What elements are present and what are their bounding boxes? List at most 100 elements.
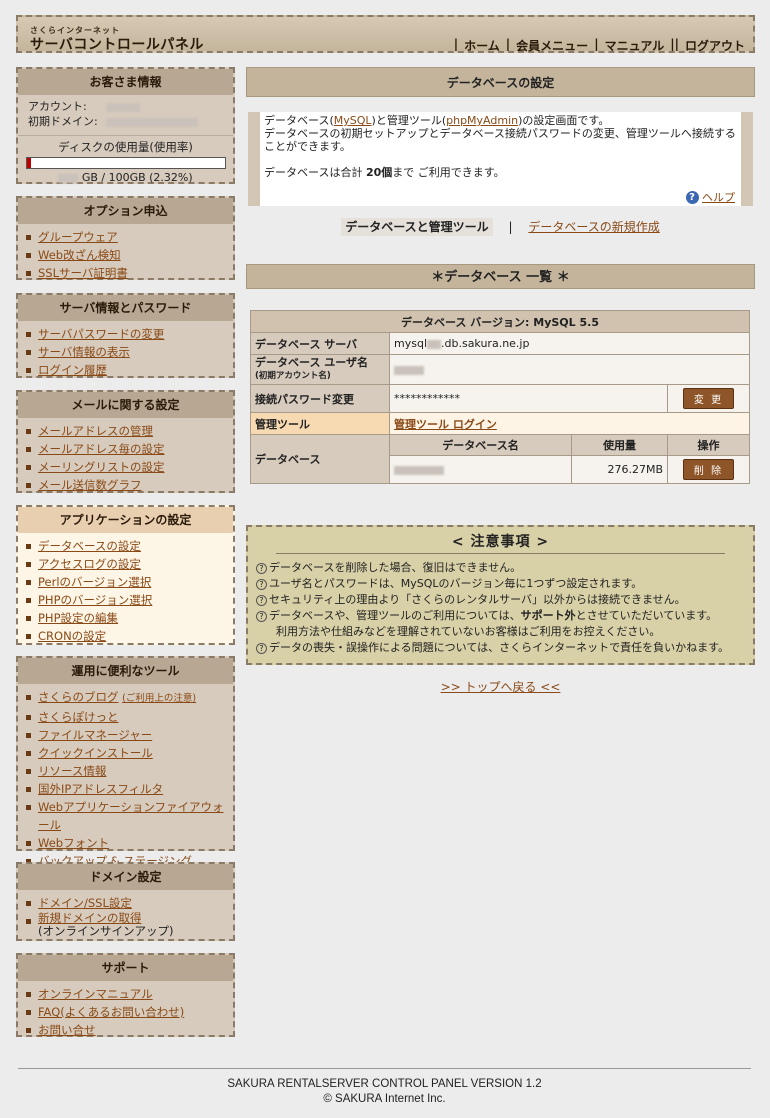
phpmyadmin-link[interactable]: phpMyAdmin: [446, 114, 518, 127]
sidebar-link-online-manual[interactable]: オンラインマニュアル: [38, 987, 153, 1001]
back-to-top-link[interactable]: >> トップへ戻る <<: [441, 680, 561, 694]
list-item: CRONの設定: [24, 627, 227, 645]
sidebar-link-server-info[interactable]: サーバ情報の表示: [38, 345, 130, 359]
sidebar-link-contact[interactable]: お問い合せ: [38, 1023, 96, 1037]
disk-usage-value: GB / 100GB (2.32%): [81, 171, 193, 184]
mysql-link[interactable]: MySQL: [334, 114, 372, 127]
top-nav: | ホーム | 会員メニュー | マニュアル || ログアウト: [453, 37, 745, 54]
options-title: オプション申込: [18, 198, 233, 224]
notes-title: < 注意事項 >: [276, 531, 725, 554]
disk-used-redacted: [58, 173, 79, 183]
database-label: データベース: [250, 434, 390, 484]
sidebar-link-database[interactable]: データベースの設定: [38, 539, 141, 553]
list-item: さくらぽけっと: [24, 708, 227, 726]
intro-line1: データベース(MySQL)と管理ツール(phpMyAdmin)の設定画面です。: [264, 114, 610, 127]
db-password-value: ************: [389, 384, 668, 413]
mail-box: メールに関する設定 メールアドレスの管理 メールアドレス毎の設定 メーリングリス…: [16, 390, 235, 493]
sidebar-link-blog-note[interactable]: (ご利用上の注意): [122, 693, 196, 704]
sidebar-link-quick-install[interactable]: クイックインストール: [38, 746, 153, 760]
db-version-header: データベース バージョン: MySQL 5.5: [250, 310, 750, 333]
change-password-button[interactable]: 変 更: [682, 388, 735, 409]
account-value-redacted: [106, 102, 140, 112]
note-icon: ?: [256, 642, 267, 654]
options-box: オプション申込 グループウェア Web改ざん検知 SSLサーバ証明書: [16, 196, 235, 280]
sidebar-link-php-settings[interactable]: PHP設定の編集: [38, 611, 118, 625]
db-list-title: ＊データベース 一覧 ＊: [246, 264, 755, 289]
sidebar-link-ssl-cert[interactable]: SSLサーバ証明書: [38, 266, 128, 280]
mail-title: メールに関する設定: [18, 392, 233, 418]
domain-row: 初期ドメイン:: [18, 114, 233, 129]
database-table: データベース バージョン: MySQL 5.5 データベース サーバ mysql…: [250, 310, 750, 484]
nav-member-menu-link[interactable]: 会員メニュー: [516, 37, 588, 54]
admin-tool-login-link[interactable]: 管理ツール ログイン: [394, 418, 497, 431]
footer-version: SAKURA RENTALSERVER CONTROL PANEL VERSIO…: [227, 1078, 542, 1090]
app-settings-title: アプリケーションの設定: [18, 507, 233, 533]
note-icon: ?: [256, 578, 267, 590]
disk-usage-bar: [25, 157, 226, 169]
help-icon[interactable]: ?: [685, 191, 699, 204]
account-row: アカウント:: [18, 99, 233, 114]
sidebar-link-mail-settings[interactable]: メールアドレス毎の設定: [38, 442, 165, 456]
tools-title: 運用に便利なツール: [18, 658, 233, 684]
list-item: ファイルマネージャー: [24, 726, 227, 744]
sidebar-link-mail-graph[interactable]: メール送信数グラフ: [38, 478, 142, 492]
sidebar-link-mail-address[interactable]: メールアドレスの管理: [38, 424, 153, 438]
nav-logout-link[interactable]: ログアウト: [685, 37, 745, 54]
page-footer: SAKURA RENTALSERVER CONTROL PANEL VERSIO…: [18, 1068, 751, 1107]
nav-home-link[interactable]: ホーム: [464, 37, 500, 54]
delete-database-button[interactable]: 削 除: [682, 459, 735, 480]
sub-nav: データベースと管理ツール | データベースの新規作成: [246, 218, 755, 236]
sidebar-link-access-log[interactable]: アクセスログの設定: [38, 557, 141, 571]
domain-label: 初期ドメイン:: [28, 115, 98, 128]
intro-panel: データベース(MySQL)と管理ツール(phpMyAdmin)の設定画面です。 …: [248, 112, 753, 206]
list-item: 新規ドメインの取得 (オンラインサインアップ): [24, 912, 227, 938]
sidebar-link-domain-ssl[interactable]: ドメイン/SSL設定: [38, 896, 132, 910]
col-usage: 使用量: [571, 434, 668, 456]
sidebar-link-ip-filter[interactable]: 国外IPアドレスフィルタ: [38, 782, 163, 796]
tab-new-database[interactable]: データベースの新規作成: [528, 220, 659, 234]
list-item: メーリングリストの設定: [24, 458, 227, 476]
app-title: サーバコントロールパネル: [30, 37, 204, 53]
note-item: ? データベースを削除した場合、復旧はできません。: [256, 560, 745, 576]
sidebar-link-perl-version[interactable]: Perlのバージョン選択: [38, 575, 151, 589]
sidebar-link-webfont[interactable]: Webフォント: [38, 836, 109, 850]
sidebar-link-file-manager[interactable]: ファイルマネージャー: [38, 728, 152, 742]
sidebar-link-cron[interactable]: CRONの設定: [38, 629, 106, 643]
sidebar-link-waf[interactable]: Webアプリケーションファイアウォール: [38, 800, 224, 832]
help-link[interactable]: ヘルプ: [702, 191, 735, 204]
tab-db-and-tools[interactable]: データベースと管理ツール: [341, 218, 493, 236]
account-label: アカウント:: [28, 100, 87, 113]
page-header: さくらインターネット サーバコントロールパネル | ホーム | 会員メニュー | マニ…: [16, 15, 755, 53]
list-item: PHPのバージョン選択: [24, 591, 227, 609]
sidebar-link-server-password[interactable]: サーバパスワードの変更: [38, 327, 164, 341]
server-title: サーバ情報とパスワード: [18, 295, 233, 321]
sidebar-link-faq[interactable]: FAQ(よくあるお問い合わせ): [38, 1005, 184, 1019]
sidebar-link-groupware[interactable]: グループウェア: [38, 230, 118, 244]
list-item: FAQ(よくあるお問い合わせ): [24, 1003, 227, 1021]
sidebar-link-new-domain[interactable]: 新規ドメインの取得: [38, 911, 142, 925]
sidebar-link-pocket[interactable]: さくらぽけっと: [38, 710, 119, 724]
db-password-label: 接続パスワード変更: [250, 384, 390, 413]
sidebar-link-web-tamper[interactable]: Web改ざん検知: [38, 248, 121, 262]
list-item: Web改ざん検知: [24, 246, 227, 264]
list-item: リソース情報: [24, 762, 227, 780]
note-item-continued: 利用方法や仕組みなどを理解されていないお客様はご利用をお控えください。: [276, 625, 661, 638]
domain-value-redacted: [106, 117, 198, 127]
sidebar-link-mailing-list[interactable]: メーリングリストの設定: [38, 460, 165, 474]
page-title: データベースの設定: [246, 67, 755, 97]
customer-info-box: お客さま情報 アカウント: 初期ドメイン: ディスクの使用量(使用率) GB /…: [16, 67, 235, 184]
list-item: サーバパスワードの変更: [24, 325, 227, 343]
list-item: データベースの設定: [24, 537, 227, 555]
sidebar-link-login-history[interactable]: ログイン履歴: [38, 363, 107, 377]
nav-manual-link[interactable]: マニュアル: [605, 37, 665, 54]
support-box: サポート オンラインマニュアル FAQ(よくあるお問い合わせ) お問い合せ: [16, 953, 235, 1037]
list-item: メール送信数グラフ: [24, 476, 227, 494]
sidebar-link-php-version[interactable]: PHPのバージョン選択: [38, 593, 152, 607]
notes-panel: < 注意事項 > ? データベースを削除した場合、復旧はできません。 ? ユーザ名と…: [246, 525, 755, 665]
db-user-label: データベース ユーザ名 (初期アカウント名): [250, 354, 390, 385]
sidebar-link-resource-info[interactable]: リソース情報: [38, 764, 106, 778]
list-item: サーバ情報の表示: [24, 343, 227, 361]
db-usage-value: 276.27MB: [571, 455, 668, 484]
sidebar-link-blog[interactable]: さくらのブログ: [38, 690, 119, 704]
customer-info-title: お客さま情報: [18, 69, 233, 95]
